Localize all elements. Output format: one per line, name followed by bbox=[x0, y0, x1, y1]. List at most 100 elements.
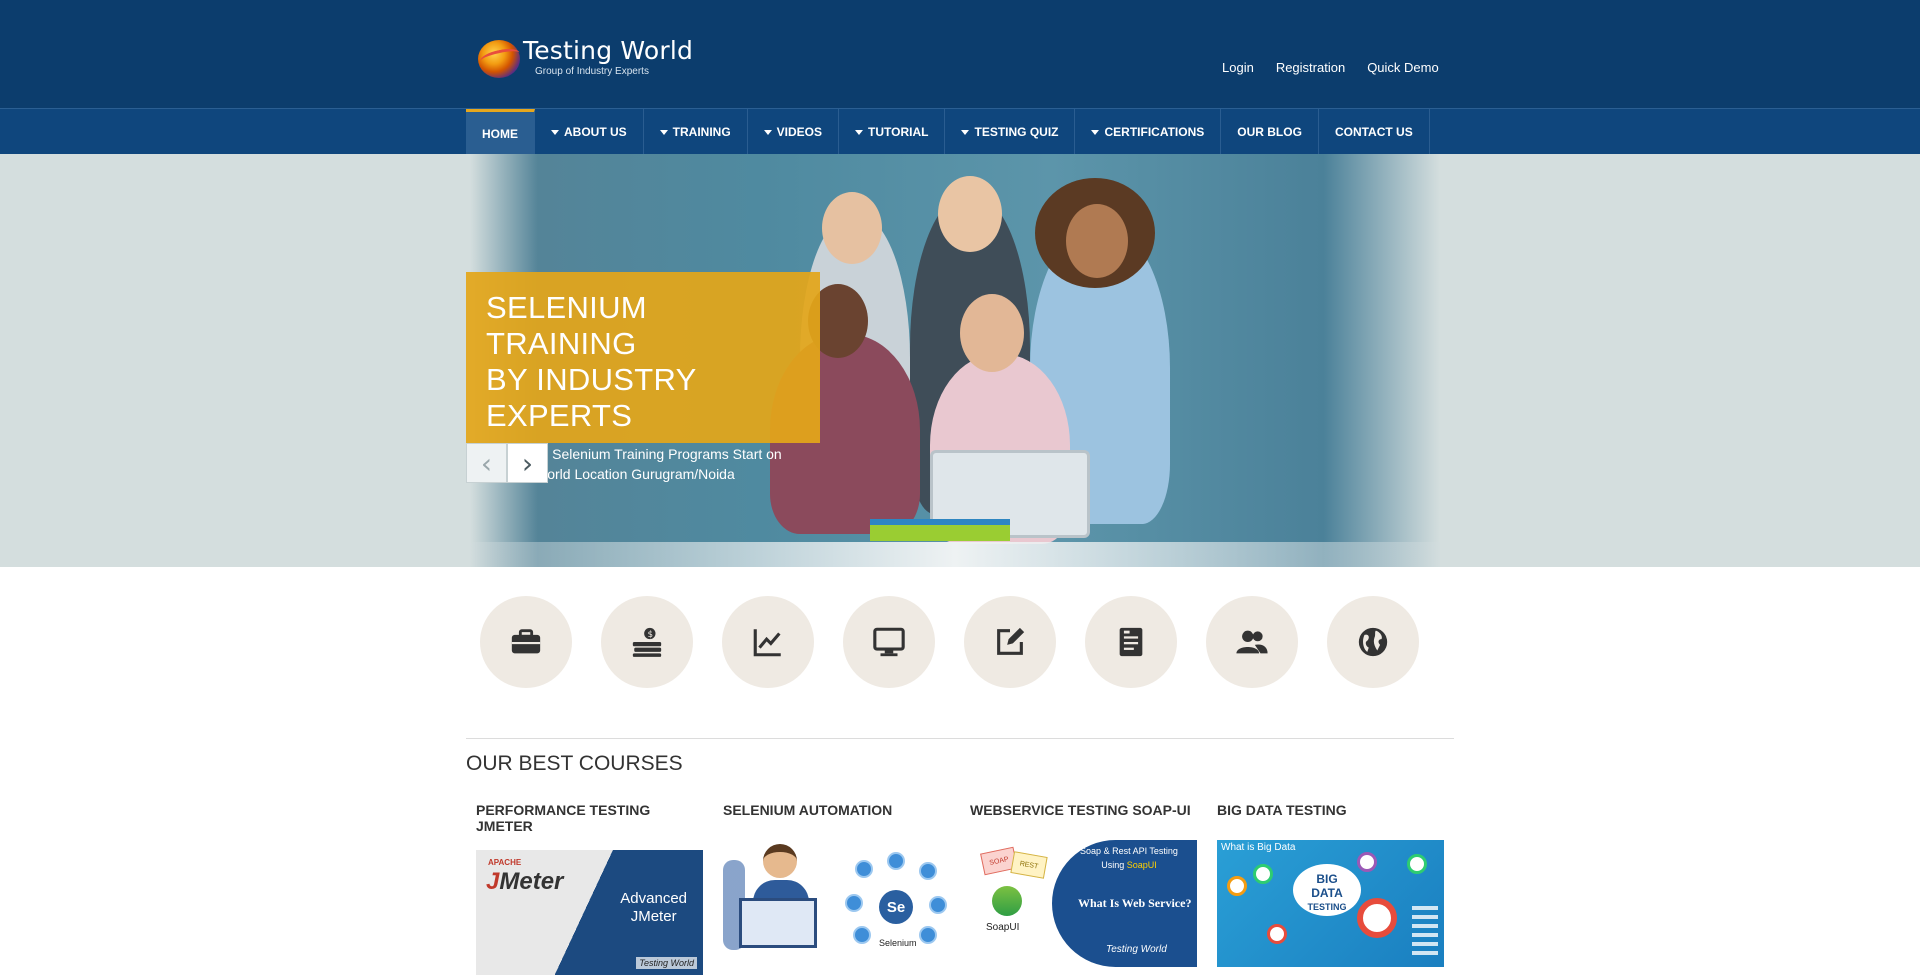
hero-face bbox=[960, 294, 1024, 372]
feature-chart[interactable] bbox=[722, 596, 814, 688]
nav-menu: HOME ABOUT US TRAINING VIDEOS TUTORIAL T… bbox=[466, 109, 1430, 155]
se-laptop-screen bbox=[739, 898, 817, 948]
course-card[interactable]: BIG DATA TESTING What is Big Data BIG DA… bbox=[1217, 802, 1444, 975]
se-node bbox=[855, 860, 873, 878]
hero-face bbox=[1066, 204, 1128, 278]
course-card[interactable]: SELENIUM AUTOMATION Se Selenium bbox=[723, 802, 950, 975]
nav-label: HOME bbox=[482, 126, 518, 141]
course-title[interactable]: SELENIUM AUTOMATION bbox=[723, 802, 950, 818]
hero-face bbox=[938, 176, 1002, 252]
testing-world-watermark: Testing World bbox=[1106, 944, 1167, 955]
se-person-head bbox=[763, 844, 797, 878]
se-node bbox=[919, 862, 937, 880]
registration-link[interactable]: Registration bbox=[1276, 60, 1345, 75]
feature-monitor[interactable] bbox=[843, 596, 935, 688]
feature-money[interactable]: $ bbox=[601, 596, 693, 688]
nav-our-blog[interactable]: OUR BLOG bbox=[1221, 109, 1319, 155]
caret-down-icon bbox=[1091, 129, 1100, 135]
course-card[interactable]: PERFORMANCE TESTING JMETER APACHE JMeter… bbox=[476, 802, 703, 975]
site-logo[interactable]: Testing World Group of Industry Experts bbox=[478, 36, 693, 82]
course-image-jmeter[interactable]: APACHE JMeter Advanced JMeter Testing Wo… bbox=[476, 850, 703, 975]
hero-slider: SELENIUM TRAINING BY INDUSTRY EXPERTS Ad… bbox=[0, 154, 1920, 567]
ws-heading-line2: Using SoapUI bbox=[1074, 858, 1184, 872]
caret-down-icon bbox=[659, 129, 668, 135]
course-title[interactable]: PERFORMANCE TESTING JMETER bbox=[476, 802, 703, 834]
bigdata-node bbox=[1267, 924, 1287, 944]
selenium-hub-icon: Se bbox=[879, 890, 913, 924]
bigdata-node bbox=[1227, 876, 1247, 896]
bigdata-line3: TESTING bbox=[1307, 902, 1347, 912]
chevron-left-icon: ‹ bbox=[480, 446, 493, 480]
section-title: OUR BEST COURSES bbox=[466, 752, 683, 775]
edit-icon bbox=[997, 627, 1025, 655]
section-divider bbox=[466, 738, 1454, 739]
jmeter-caption-line2: JMeter bbox=[630, 908, 677, 925]
nav-certifications[interactable]: CERTIFICATIONS bbox=[1075, 109, 1222, 155]
hero-title-line2: BY INDUSTRY EXPERTS bbox=[486, 362, 697, 433]
jmeter-logo-meter: Meter bbox=[499, 868, 564, 895]
ws-heading-soapui: SoapUI bbox=[1126, 860, 1157, 870]
feature-globe[interactable] bbox=[1327, 596, 1419, 688]
caret-down-icon bbox=[855, 129, 864, 135]
bigdata-line2: DATA bbox=[1311, 886, 1343, 900]
main-navbar: HOME ABOUT US TRAINING VIDEOS TUTORIAL T… bbox=[0, 108, 1920, 155]
ws-question: What Is Web Service? bbox=[1078, 896, 1192, 910]
users-icon bbox=[1236, 630, 1268, 654]
nav-home[interactable]: HOME bbox=[466, 109, 535, 155]
course-card[interactable]: WEBSERVICE TESTING SOAP-UI SOAP REST Soa… bbox=[970, 802, 1197, 975]
hero-books bbox=[870, 519, 1010, 541]
logo-title: Testing World bbox=[523, 36, 694, 65]
nav-contact-us[interactable]: CONTACT US bbox=[1319, 109, 1430, 155]
nav-videos[interactable]: VIDEOS bbox=[748, 109, 840, 155]
money-icon: $ bbox=[632, 627, 662, 657]
selenium-label: Selenium bbox=[879, 938, 917, 948]
slider-prev-button[interactable]: ‹ bbox=[466, 443, 507, 483]
document-icon bbox=[1119, 627, 1143, 657]
course-image-bigdata[interactable]: What is Big Data BIG DATA TESTING bbox=[1217, 840, 1444, 967]
nav-tutorial[interactable]: TUTORIAL bbox=[839, 109, 946, 155]
ws-heading-using: Using bbox=[1101, 860, 1125, 870]
caret-down-icon bbox=[551, 129, 559, 135]
feature-users[interactable] bbox=[1206, 596, 1298, 688]
bigdata-server-rack bbox=[1412, 906, 1438, 960]
slider-controls: ‹ › bbox=[466, 443, 548, 483]
nav-testing-quiz[interactable]: TESTING QUIZ bbox=[945, 109, 1076, 155]
rest-tag: REST bbox=[1010, 851, 1048, 879]
course-image-soapui[interactable]: SOAP REST SoapUI Soap & Rest API Testing… bbox=[970, 840, 1197, 967]
jmeter-caption: Advanced JMeter bbox=[620, 890, 687, 926]
feature-edit[interactable] bbox=[964, 596, 1056, 688]
hero-title-line1: SELENIUM TRAINING bbox=[486, 290, 647, 361]
testing-world-watermark: Testing World bbox=[636, 957, 697, 969]
jmeter-logo: JMeter bbox=[486, 868, 563, 896]
briefcase-icon bbox=[511, 629, 541, 654]
nav-training[interactable]: TRAINING bbox=[644, 109, 748, 155]
chevron-right-icon: › bbox=[521, 446, 534, 480]
quick-demo-link[interactable]: Quick Demo bbox=[1367, 60, 1439, 75]
login-link[interactable]: Login bbox=[1222, 60, 1254, 75]
globe-icon bbox=[1358, 627, 1388, 657]
logo-tagline: Group of Industry Experts bbox=[535, 66, 649, 77]
feature-document[interactable] bbox=[1085, 596, 1177, 688]
bigdata-node bbox=[1357, 852, 1377, 872]
nav-label: CONTACT US bbox=[1334, 125, 1413, 139]
feature-briefcase[interactable] bbox=[480, 596, 572, 688]
apache-label: APACHE bbox=[488, 858, 522, 867]
se-node bbox=[919, 926, 937, 944]
soapui-label: SoapUI bbox=[986, 922, 1020, 933]
ws-heading: Soap & Rest API Testing Using SoapUI bbox=[1074, 844, 1184, 872]
hero-caption: SELENIUM TRAINING BY INDUSTRY EXPERTS Ad… bbox=[466, 272, 820, 482]
magnifier-icon bbox=[1357, 898, 1397, 938]
bigdata-center-badge: BIG DATA TESTING bbox=[1293, 864, 1361, 916]
course-title[interactable]: WEBSERVICE TESTING SOAP-UI bbox=[970, 802, 1197, 818]
hero-table bbox=[470, 542, 1440, 567]
slider-next-button[interactable]: › bbox=[507, 443, 548, 483]
site-header: Testing World Group of Industry Experts … bbox=[0, 0, 1920, 108]
course-image-selenium[interactable]: Se Selenium bbox=[723, 840, 950, 967]
nav-about-us[interactable]: ABOUT US bbox=[535, 109, 644, 155]
bigdata-node bbox=[1407, 854, 1427, 874]
nav-label: VIDEOS bbox=[776, 125, 823, 139]
jmeter-caption-line1: Advanced bbox=[620, 890, 687, 907]
se-node bbox=[845, 894, 863, 912]
course-title[interactable]: BIG DATA TESTING bbox=[1217, 802, 1444, 818]
monitor-icon bbox=[873, 627, 905, 657]
